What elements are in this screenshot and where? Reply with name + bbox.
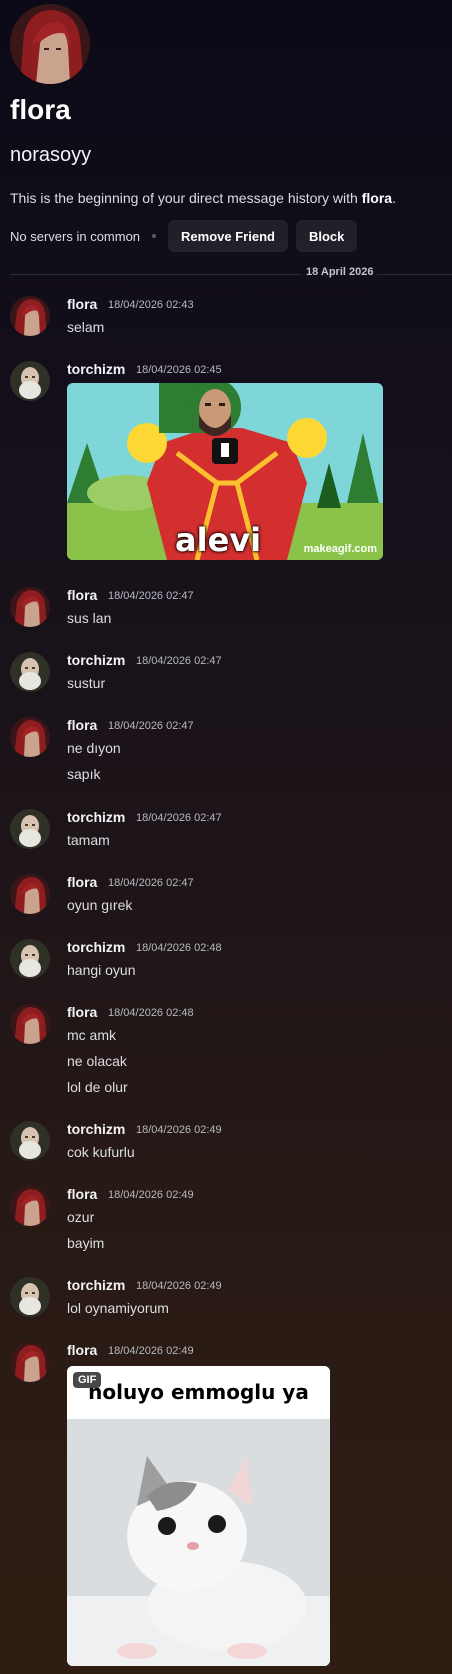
avatar-image [10,1004,50,1044]
message-text: tamam [67,832,110,848]
message-author[interactable]: flora [67,296,97,312]
message-timestamp: 18/04/2026 02:49 [136,1280,222,1292]
profile-display-name: flora [10,94,71,125]
avatar-image [10,1121,50,1161]
user-avatar-flora[interactable] [10,587,50,627]
message-text: oyun gırek [67,897,133,913]
message-author[interactable]: flora [67,717,97,733]
avatar-image [10,1342,50,1382]
remove-friend-button[interactable]: Remove Friend [168,220,288,252]
embed-watermark: makeagif.com [303,543,377,555]
user-avatar-torchizm[interactable] [10,1121,50,1161]
message-timestamp: 18/04/2026 02:49 [136,1124,222,1136]
message-timestamp: 18/04/2026 02:47 [136,655,222,667]
user-avatar-torchizm[interactable] [10,361,50,401]
embed-overlay-text: alevi [175,521,262,559]
message-text: ne dıyon [67,740,121,756]
gif-caption: noluyo emmoglu ya [67,1366,330,1419]
message-author[interactable]: torchizm [67,1121,125,1137]
avatar-image [10,652,50,692]
message-text: mc amk [67,1027,116,1043]
message-text: lol oynamiyorum [67,1300,169,1316]
message-timestamp: 18/04/2026 02:48 [136,942,222,954]
dm-intro-text: This is the beginning of your direct mes… [10,190,396,206]
date-divider-right [377,274,452,275]
message-text: ozur [67,1209,95,1225]
message-timestamp: 18/04/2026 02:47 [136,812,222,824]
profile-avatar-image [10,4,90,84]
message-timestamp: 18/04/2026 02:47 [108,720,194,732]
message-author[interactable]: torchizm [67,652,125,668]
user-avatar-flora[interactable] [10,296,50,336]
user-avatar-flora[interactable] [10,1004,50,1044]
user-avatar-torchizm[interactable] [10,809,50,849]
message-timestamp: 18/04/2026 02:43 [108,299,194,311]
message-author[interactable]: flora [67,1342,97,1358]
message-timestamp: 18/04/2026 02:48 [108,1007,194,1019]
block-button[interactable]: Block [295,220,358,252]
profile-actions-row: No servers in common Remove Friend Block [10,220,365,252]
message-timestamp: 18/04/2026 02:47 [108,877,194,889]
user-avatar-torchizm[interactable] [10,1277,50,1317]
message-author[interactable]: torchizm [67,1277,125,1293]
avatar-image [10,939,50,979]
profile-avatar[interactable] [10,4,90,84]
message-text: sapık [67,766,101,782]
message-text: selam [67,319,105,335]
user-avatar-torchizm[interactable] [10,939,50,979]
message-text: hangi oyun [67,962,136,978]
intro-suffix: . [392,190,396,206]
avatar-image [10,1186,50,1226]
avatar-image [10,296,50,336]
intro-prefix: This is the beginning of your direct mes… [10,190,362,206]
user-avatar-flora[interactable] [10,1342,50,1382]
message-timestamp: 18/04/2026 02:47 [108,590,194,602]
message-text: lol de olur [67,1079,128,1095]
avatar-image [10,809,50,849]
intro-name: flora [361,190,393,206]
mutual-servers-text[interactable]: No servers in common [10,229,140,244]
message-author[interactable]: flora [67,1004,97,1020]
message-author[interactable]: torchizm [67,809,125,825]
avatar-image [10,874,50,914]
message-text: sus lan [67,610,112,626]
message-author[interactable]: torchizm [67,361,125,377]
message-timestamp: 18/04/2026 02:49 [108,1345,194,1357]
message-text: cok kufurlu [67,1144,135,1160]
gif-badge: GIF [73,1372,102,1388]
date-divider-left [10,274,301,275]
message-author[interactable]: flora [67,874,97,890]
message-author[interactable]: torchizm [67,939,125,955]
image-embed[interactable]: alevi makeagif.com [67,383,383,560]
message-text: bayim [67,1235,105,1251]
user-avatar-flora[interactable] [10,1186,50,1226]
avatar-image [10,587,50,627]
message-text: ne olacak [67,1053,127,1069]
message-timestamp: 18/04/2026 02:49 [108,1189,194,1201]
avatar-image [10,717,50,757]
message-author[interactable]: flora [67,587,97,603]
user-avatar-torchizm[interactable] [10,652,50,692]
user-avatar-flora[interactable] [10,717,50,757]
message-timestamp: 18/04/2026 02:45 [136,364,222,376]
message-text: sustur [67,675,106,691]
separator-dot [152,234,157,238]
gif-embed[interactable]: noluyo emmoglu ya GIF [67,1366,330,1666]
avatar-image [10,361,50,401]
avatar-image [10,1277,50,1317]
profile-username: norasoyy [10,144,92,166]
message-author[interactable]: flora [67,1186,97,1202]
user-avatar-flora[interactable] [10,874,50,914]
date-divider-label: 18 April 2026 [306,266,374,278]
